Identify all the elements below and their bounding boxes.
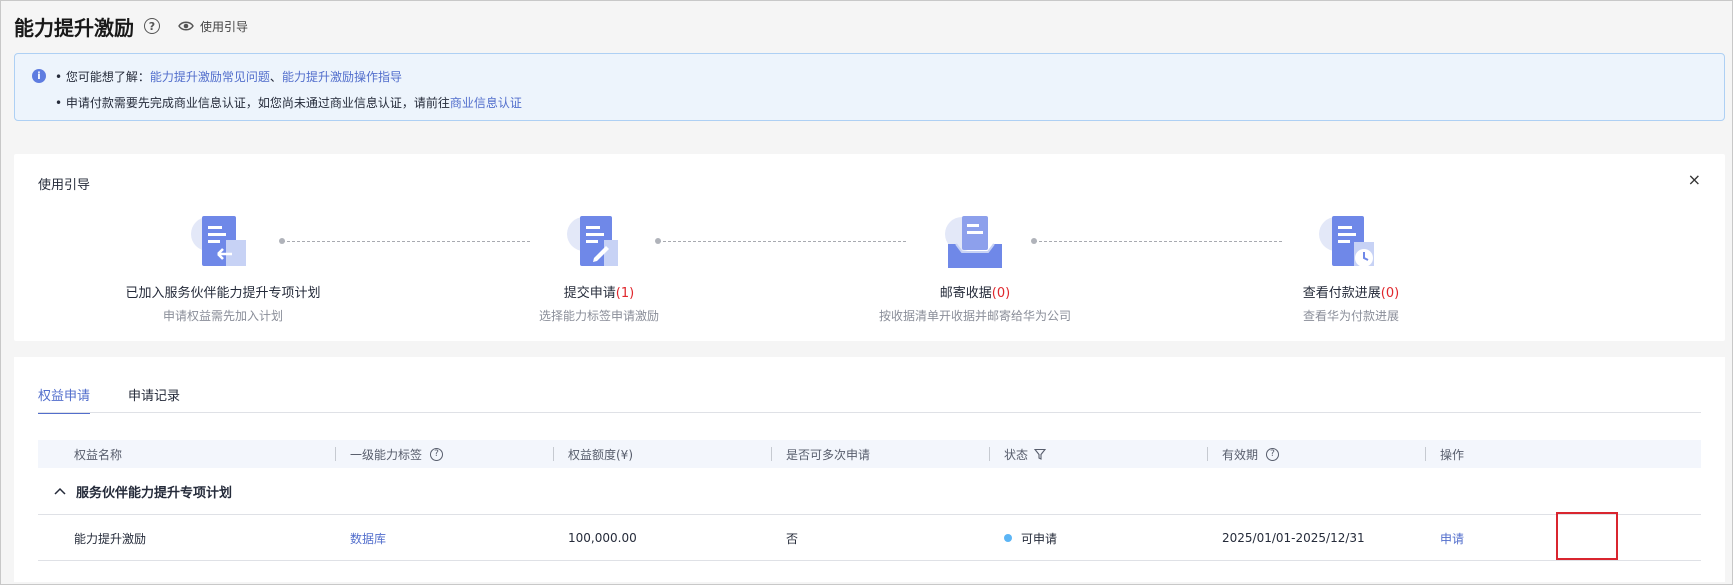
filter-icon[interactable] bbox=[1034, 448, 1047, 460]
alert-line-faq: • 您可能想了解：能力提升激励常见问题、能力提升激励操作指导 bbox=[55, 68, 402, 85]
business-cert-link[interactable]: 商业信息认证 bbox=[450, 96, 522, 110]
tab-application-records[interactable]: 申请记录 bbox=[128, 385, 180, 414]
mail-tray-icon bbox=[940, 214, 1010, 276]
apply-button[interactable]: 申请 bbox=[1440, 515, 1464, 561]
step-name: 已加入服务伙伴能力提升专项计划 bbox=[125, 286, 321, 301]
step-name: 提交申请(1) bbox=[563, 286, 635, 301]
guide-step-mail: 邮寄收据(0) 按收据清单开收据并邮寄给华为公司 bbox=[845, 214, 1105, 324]
column-header-validity-label: 有效期 bbox=[1222, 447, 1259, 462]
close-icon[interactable]: × bbox=[1688, 172, 1701, 188]
column-divider bbox=[335, 447, 336, 461]
guide-step-joined: 已加入服务伙伴能力提升专项计划 申请权益需先加入计划 bbox=[93, 214, 353, 324]
help-icon[interactable]: ? bbox=[144, 18, 160, 34]
alert-line-certification: • 申请付款需要先完成商业信息认证，如您尚未通过商业信息认证，请前往商业信息认证 bbox=[55, 94, 522, 111]
highlight-box bbox=[1556, 512, 1618, 560]
step-description: 选择能力标签申请激励 bbox=[538, 309, 659, 323]
tab-bar: 权益申请 申请记录 bbox=[38, 385, 218, 414]
guide-panel-title: 使用引导 bbox=[38, 178, 91, 193]
cell-validity: 2025/01/01-2025/12/31 bbox=[1222, 531, 1365, 545]
status-dot-icon bbox=[1004, 534, 1012, 542]
info-icon: i bbox=[32, 69, 46, 83]
help-icon[interactable]: ? bbox=[430, 447, 444, 461]
column-header-amount: 权益额度(¥) bbox=[568, 447, 633, 462]
column-divider bbox=[771, 447, 772, 461]
step-description: 按收据清单开收据并邮寄给华为公司 bbox=[878, 309, 1071, 323]
cell-tag-link[interactable]: 数据库 bbox=[350, 515, 386, 561]
alert-cert-prefix: • 申请付款需要先完成商业信息认证，如您尚未通过商业信息认证，请前往 bbox=[55, 96, 450, 110]
step-description: 查看华为付款进展 bbox=[1302, 309, 1399, 323]
page-header: 能力提升激励 ? 使用引导 bbox=[14, 11, 248, 41]
tab-benefit-application[interactable]: 权益申请 bbox=[38, 385, 91, 414]
group-title: 服务伙伴能力提升专项计划 bbox=[76, 485, 233, 501]
cell-benefit-name: 能力提升激励 bbox=[74, 531, 147, 546]
document-return-icon bbox=[188, 214, 258, 276]
column-divider bbox=[989, 447, 990, 461]
status-label: 可申请 bbox=[1021, 531, 1058, 546]
column-header-status: 状态 bbox=[1004, 440, 1047, 468]
document-edit-icon bbox=[564, 214, 634, 276]
table-row: 能力提升激励 数据库 100,000.00 否 可申请 2025/01/01-2… bbox=[38, 515, 1701, 561]
column-header-status-label: 状态 bbox=[1004, 447, 1029, 462]
info-alert: i • 您可能想了解：能力提升激励常见问题、能力提升激励操作指导 • 申请付款需… bbox=[14, 53, 1725, 121]
table-header: 权益名称 一级能力标签 ? 权益额度(¥) 是否可多次申请 状态 有效期 ? 操… bbox=[38, 440, 1701, 468]
column-header-action: 操作 bbox=[1440, 447, 1465, 462]
step-description: 申请权益需先加入计划 bbox=[162, 309, 283, 323]
eye-icon bbox=[178, 20, 194, 32]
alert-separator: 、 bbox=[269, 70, 282, 84]
usage-guide-label: 使用引导 bbox=[200, 19, 249, 34]
table-group-row: 服务伙伴能力提升专项计划 bbox=[38, 468, 1701, 515]
step-name: 查看付款进展(0) bbox=[1302, 286, 1400, 301]
column-header-name: 权益名称 bbox=[74, 447, 123, 462]
guide-step-payment: 查看付款进展(0) 查看华为付款进展 bbox=[1221, 214, 1481, 324]
alert-faq-prefix: • 您可能想了解： bbox=[55, 70, 150, 84]
usage-guide-link[interactable]: 使用引导 bbox=[178, 18, 248, 35]
page-title: 能力提升激励 bbox=[14, 15, 134, 40]
column-header-validity: 有效期 ? bbox=[1222, 440, 1280, 468]
tab-divider bbox=[38, 412, 1701, 413]
guide-step-submit: 提交申请(1) 选择能力标签申请激励 bbox=[469, 214, 729, 324]
help-icon[interactable]: ? bbox=[1266, 447, 1280, 461]
column-header-tag: 一级能力标签 ? bbox=[350, 440, 444, 468]
column-header-multiple: 是否可多次申请 bbox=[786, 447, 871, 462]
cell-multiple: 否 bbox=[786, 531, 799, 546]
chevron-up-icon[interactable] bbox=[54, 487, 66, 495]
benefits-panel: 权益申请 申请记录 权益名称 一级能力标签 ? 权益额度(¥) 是否可多次申请 … bbox=[14, 357, 1725, 582]
column-divider bbox=[1425, 447, 1426, 461]
document-clock-icon bbox=[1316, 214, 1386, 276]
column-header-tag-label: 一级能力标签 bbox=[350, 447, 423, 462]
column-divider bbox=[553, 447, 554, 461]
operation-guide-link[interactable]: 能力提升激励操作指导 bbox=[282, 70, 402, 84]
usage-guide-panel: 使用引导 × 已加入服务伙伴能力提升专项计划 申请权益需先加入计划 提交申请(1… bbox=[14, 154, 1725, 341]
faq-link[interactable]: 能力提升激励常见问题 bbox=[150, 70, 270, 84]
step-name: 邮寄收据(0) bbox=[939, 286, 1011, 301]
column-divider bbox=[1207, 447, 1208, 461]
cell-status: 可申请 bbox=[1004, 515, 1057, 561]
cell-amount: 100,000.00 bbox=[568, 531, 637, 545]
